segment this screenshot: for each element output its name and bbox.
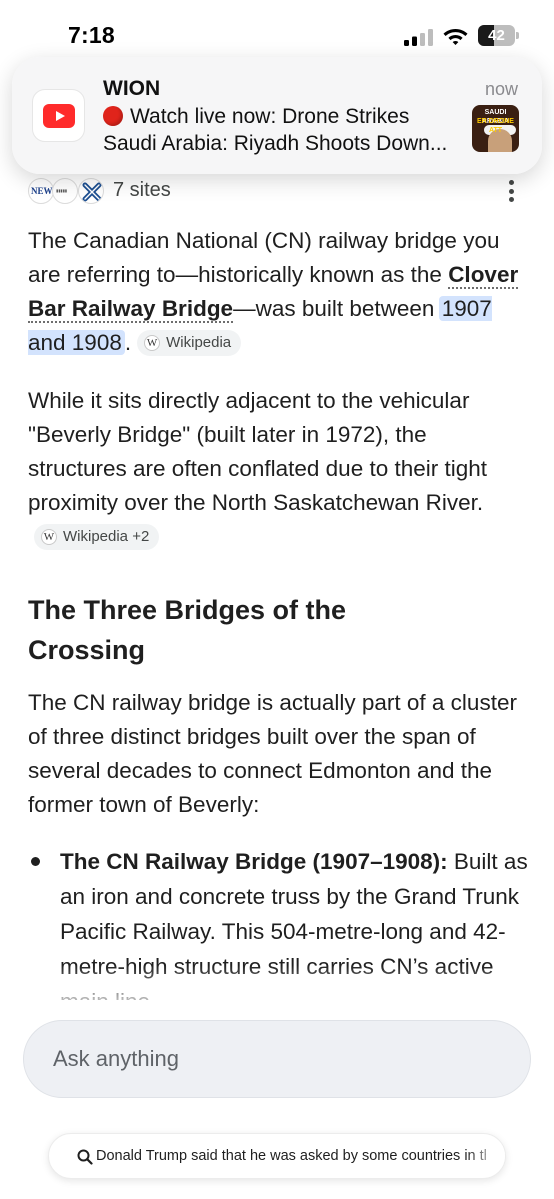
answer-paragraph-3: The CN railway bridge is actually part o… bbox=[28, 690, 517, 817]
university-source-icon: ▮▮▮▮▮ bbox=[52, 178, 78, 204]
red-circle-icon bbox=[103, 106, 123, 126]
citation-chip-wikipedia[interactable]: W Wikipedia bbox=[137, 330, 242, 356]
notification-thumbnail: SAUDI ARABIA ER DRONE ATT bbox=[472, 105, 519, 152]
signal-icon bbox=[404, 29, 433, 46]
notification-time: now bbox=[484, 79, 518, 99]
wikipedia-icon: W bbox=[144, 335, 161, 351]
section-heading: The Three Bridges of the Crossing bbox=[28, 595, 347, 665]
cross-logo-source-icon bbox=[78, 178, 104, 204]
wifi-icon bbox=[443, 29, 468, 45]
search-icon bbox=[77, 1149, 93, 1165]
bullet-dot bbox=[31, 857, 40, 866]
notification-banner[interactable]: WION now Watch live now: Drone Strikes S… bbox=[12, 57, 542, 174]
more-options-icon[interactable] bbox=[508, 180, 514, 202]
youtube-icon bbox=[32, 89, 85, 142]
wikipedia-icon: W bbox=[41, 529, 57, 545]
battery-level: 42 bbox=[488, 27, 505, 44]
sources-count-label[interactable]: 7 sites bbox=[113, 179, 171, 202]
ask-input[interactable]: Ask anything bbox=[23, 1020, 531, 1098]
suggestion-text: Donald Trump said that he was asked by s… bbox=[96, 1148, 486, 1164]
answer-paragraph-1: The Canadian National (CN) railway bridg… bbox=[28, 228, 519, 356]
battery-icon: 42 bbox=[478, 25, 520, 46]
status-time: 7:18 bbox=[68, 22, 115, 48]
news-source-icon: NEWS bbox=[28, 178, 54, 204]
ask-placeholder: Ask anything bbox=[53, 1046, 179, 1071]
citation-chip-wikipedia-plus[interactable]: W Wikipedia +2 bbox=[34, 524, 160, 550]
suggestion-chip[interactable]: Donald Trump said that he was asked by s… bbox=[48, 1133, 506, 1179]
sources-row[interactable]: NEWS ▮▮▮▮▮ 7 sites bbox=[28, 176, 528, 206]
notification-body: Watch live now: Drone Strikes Saudi Arab… bbox=[103, 105, 448, 155]
answer-paragraph-2: While it sits directly adjacent to the v… bbox=[28, 384, 524, 554]
notification-title: WION bbox=[103, 77, 161, 100]
source-icons[interactable]: NEWS ▮▮▮▮▮ bbox=[28, 176, 108, 206]
